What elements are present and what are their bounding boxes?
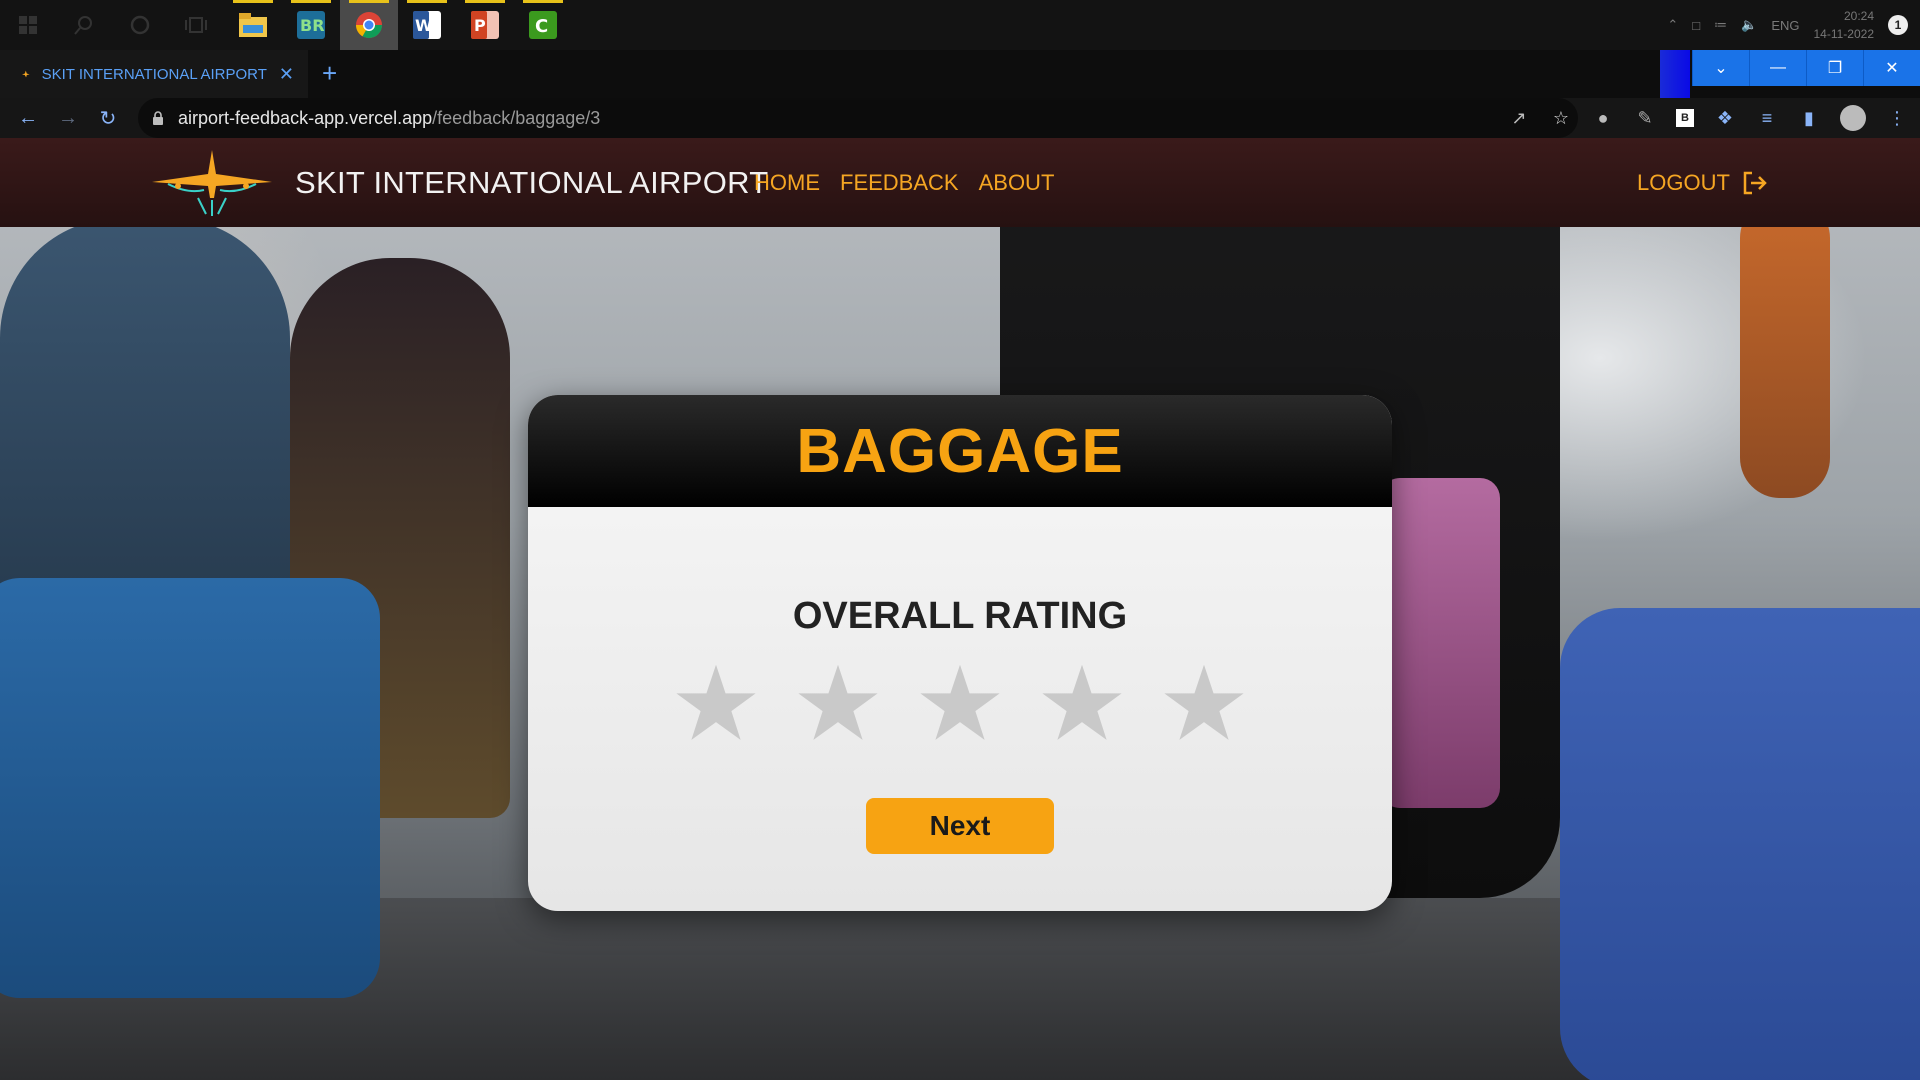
browser-toolbar: ← → ↻ airport-feedback-app.vercel.app/fe… <box>0 98 1920 138</box>
share-icon[interactable]: ↗ <box>1508 108 1530 129</box>
close-window-button[interactable]: ✕ <box>1863 50 1920 86</box>
feedback-category-title: BAGGAGE <box>796 416 1124 486</box>
star-icon[interactable] <box>1163 664 1245 744</box>
bookmark-star-icon[interactable]: ☆ <box>1550 108 1572 129</box>
star-icon[interactable] <box>1041 664 1123 744</box>
svg-text:W: W <box>415 16 433 35</box>
address-bar[interactable]: airport-feedback-app.vercel.app/feedback… <box>138 98 1578 138</box>
powerpoint-icon[interactable]: P <box>456 0 514 50</box>
search-icon[interactable] <box>56 0 112 50</box>
svg-text:P: P <box>474 16 486 35</box>
star-icon[interactable] <box>675 664 757 744</box>
nav-feedback-link[interactable]: FEEDBACK <box>840 170 959 196</box>
background-photo-person <box>1740 198 1830 498</box>
task-view-icon[interactable] <box>168 0 224 50</box>
svg-text:C: C <box>535 16 548 37</box>
brand-name[interactable]: SKIT INTERNATIONAL AIRPORT <box>295 138 768 227</box>
background-photo-suitcase <box>0 578 380 998</box>
extensions-puzzle-icon[interactable]: ❖ <box>1714 108 1736 129</box>
clock[interactable]: 20:24 14-11-2022 <box>1814 7 1875 43</box>
window-controls: ⌄ — ❐ ✕ <box>1692 50 1920 86</box>
feedback-card: BAGGAGE OVERALL RATING Next <box>528 395 1392 911</box>
cortana-icon[interactable] <box>112 0 168 50</box>
browser-tab[interactable]: SKIT INTERNATIONAL AIRPORT ✕ <box>0 50 308 98</box>
site-header: SKIT INTERNATIONAL AIRPORT HOME FEEDBACK… <box>0 138 1920 227</box>
extensions-area: ↗ ☆ ● ✎ B ❖ ≡ ▮ ⋮ <box>1508 98 1908 138</box>
reading-list-icon[interactable]: ≡ <box>1756 108 1778 129</box>
url-host: airport-feedback-app.vercel.app <box>178 107 433 128</box>
logout-icon <box>1743 171 1767 194</box>
new-tab-button[interactable]: + <box>322 58 337 88</box>
lock-icon[interactable] <box>152 111 164 125</box>
overall-rating-label: OVERALL RATING <box>792 595 1128 637</box>
airport-favicon-icon <box>22 70 30 78</box>
extension-b-icon[interactable]: B <box>1676 109 1694 127</box>
star-icon[interactable] <box>919 664 1001 744</box>
language-indicator[interactable]: ENG <box>1771 18 1799 33</box>
url-path: /feedback/baggage/3 <box>432 107 601 128</box>
system-tray: ⌃ □ ≔ 🔈 ENG 20:24 14-11-2022 1 <box>1667 0 1908 50</box>
notification-badge[interactable]: 1 <box>1888 15 1908 35</box>
url-text: airport-feedback-app.vercel.app/feedback… <box>178 108 600 129</box>
airport-logo-icon[interactable] <box>148 150 276 216</box>
forward-icon[interactable]: → <box>48 107 88 130</box>
background-photo-suitcase <box>1380 478 1500 808</box>
star-icon[interactable] <box>797 664 879 744</box>
profile-avatar[interactable] <box>1840 105 1866 131</box>
logout-button[interactable]: LOGOUT <box>1637 138 1768 227</box>
nav-about-link[interactable]: ABOUT <box>979 170 1055 196</box>
bluej-icon[interactable]: BR <box>282 0 340 50</box>
browser-tab-strip: SKIT INTERNATIONAL AIRPORT ✕ + ⌄ — ❐ ✕ <box>0 50 1920 98</box>
side-panel-icon[interactable]: ▮ <box>1798 108 1820 129</box>
main-nav: HOME FEEDBACK ABOUT <box>754 138 1054 227</box>
logout-label: LOGOUT <box>1637 169 1730 195</box>
start-icon[interactable] <box>0 0 56 50</box>
reload-icon[interactable]: ↻ <box>88 106 128 131</box>
web-page: SKIT INTERNATIONAL AIRPORT HOME FEEDBACK… <box>0 138 1920 1080</box>
clock-date: 14-11-2022 <box>1813 27 1875 41</box>
camtasia-icon[interactable]: C <box>514 0 572 50</box>
menu-kebab-icon[interactable]: ⋮ <box>1886 108 1908 129</box>
tab-search-button[interactable]: ⌄ <box>1692 50 1749 86</box>
restore-button[interactable]: ❐ <box>1806 50 1863 86</box>
background-photo-suitcase <box>1560 608 1920 1080</box>
minimize-button[interactable]: — <box>1749 50 1806 86</box>
window-edge-decoration <box>1660 50 1690 98</box>
volume-icon[interactable]: 🔈 <box>1741 17 1757 33</box>
chevron-up-icon[interactable]: ⌃ <box>1667 17 1678 33</box>
star-rating <box>528 664 1392 744</box>
svg-text:BR: BR <box>300 16 325 35</box>
clock-time: 20:24 <box>1843 9 1874 23</box>
word-icon[interactable]: W <box>398 0 456 50</box>
extension-mouse-icon[interactable]: ● <box>1592 108 1614 129</box>
close-tab-icon[interactable]: ✕ <box>279 64 294 85</box>
chrome-icon[interactable] <box>340 0 398 50</box>
network-icon[interactable]: ≔ <box>1714 17 1727 33</box>
feedback-card-header: BAGGAGE <box>528 395 1392 507</box>
windows-taskbar: BR W P C ⌃ □ ≔ 🔈 ENG 20:24 14-11-2022 1 <box>0 0 1920 50</box>
battery-icon[interactable]: □ <box>1692 18 1700 33</box>
taskbar-system-area: BR W P C <box>0 0 572 50</box>
next-button[interactable]: Next <box>866 798 1054 854</box>
file-explorer-icon[interactable] <box>224 0 282 50</box>
tab-title: SKIT INTERNATIONAL AIRPORT <box>41 65 267 83</box>
back-icon[interactable]: ← <box>8 107 48 130</box>
extension-pen-icon[interactable]: ✎ <box>1634 108 1656 129</box>
nav-home-link[interactable]: HOME <box>754 170 820 196</box>
